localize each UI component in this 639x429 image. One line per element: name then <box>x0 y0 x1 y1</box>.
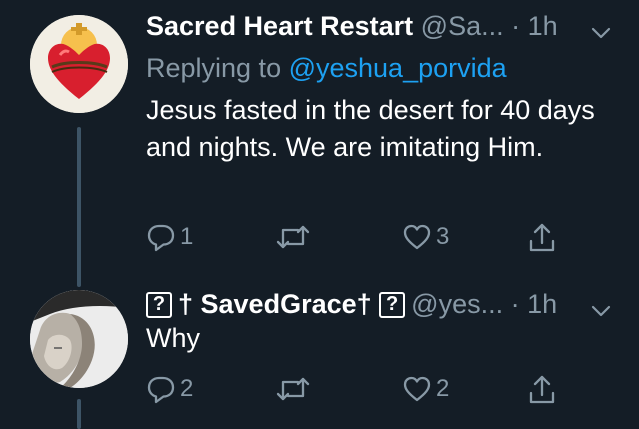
tweet-header: Sacred Heart Restart @Sa... · 1h <box>146 10 558 42</box>
replying-to-label: Replying to <box>146 53 289 83</box>
retweet-icon <box>276 377 310 401</box>
separator-dot: · <box>511 11 521 41</box>
chevron-down-icon[interactable] <box>590 22 612 44</box>
tweet-text: Why <box>146 323 200 353</box>
retweet-icon <box>276 225 310 249</box>
chevron-down-icon[interactable] <box>590 300 612 322</box>
unknown-glyph-box: ? <box>379 292 406 318</box>
profile-photo <box>30 290 128 388</box>
user-handle[interactable]: @Sa... <box>421 11 504 41</box>
like-action[interactable]: 2 <box>402 374 449 404</box>
thread-line <box>77 399 81 429</box>
reply-action[interactable]: 1 <box>146 222 193 252</box>
avatar-savedgrace[interactable] <box>30 290 128 388</box>
avatar-sacred-heart[interactable] <box>30 15 128 113</box>
reply-count: 2 <box>180 375 194 402</box>
reply-action[interactable]: 2 <box>146 374 193 404</box>
separator-dot: · <box>510 289 520 319</box>
reply-icon <box>147 376 175 404</box>
retweet-action[interactable] <box>276 374 314 404</box>
like-count: 3 <box>436 223 450 250</box>
tweet-actions: 2 2 <box>146 374 586 414</box>
display-name[interactable]: Sacred Heart Restart <box>146 11 413 41</box>
tweet-2[interactable]: ? † SavedGrace† ? @yes... · 1h Why 2 2 <box>0 280 639 429</box>
replying-to: Replying to @yeshua_porvida <box>146 53 507 84</box>
share-action[interactable] <box>527 374 557 406</box>
reply-icon <box>147 224 175 252</box>
heart-icon <box>403 224 431 250</box>
display-name[interactable]: † SavedGrace† <box>178 289 372 319</box>
reply-count: 1 <box>180 223 194 250</box>
like-action[interactable]: 3 <box>402 222 449 252</box>
tweet-header: ? † SavedGrace† ? @yes... · 1h <box>146 288 557 320</box>
tweet-1[interactable]: Sacred Heart Restart @Sa... · 1h Replyin… <box>0 0 639 287</box>
like-count: 2 <box>436 375 450 402</box>
tweet-actions: 1 3 <box>146 222 586 262</box>
user-handle[interactable]: @yes... <box>411 289 503 319</box>
heart-icon <box>403 376 431 402</box>
timestamp[interactable]: 1h <box>528 11 558 41</box>
share-action[interactable] <box>527 222 557 254</box>
share-icon <box>529 223 555 252</box>
share-icon <box>529 375 555 404</box>
tweet-text: Jesus fasted in the desert for 40 days a… <box>146 95 595 162</box>
retweet-action[interactable] <box>276 222 314 252</box>
unknown-glyph-box: ? <box>146 292 172 318</box>
thread-line <box>77 127 81 287</box>
sacred-heart-image <box>30 15 128 113</box>
timestamp[interactable]: 1h <box>527 289 557 319</box>
replying-to-link[interactable]: @yeshua_porvida <box>289 53 507 83</box>
